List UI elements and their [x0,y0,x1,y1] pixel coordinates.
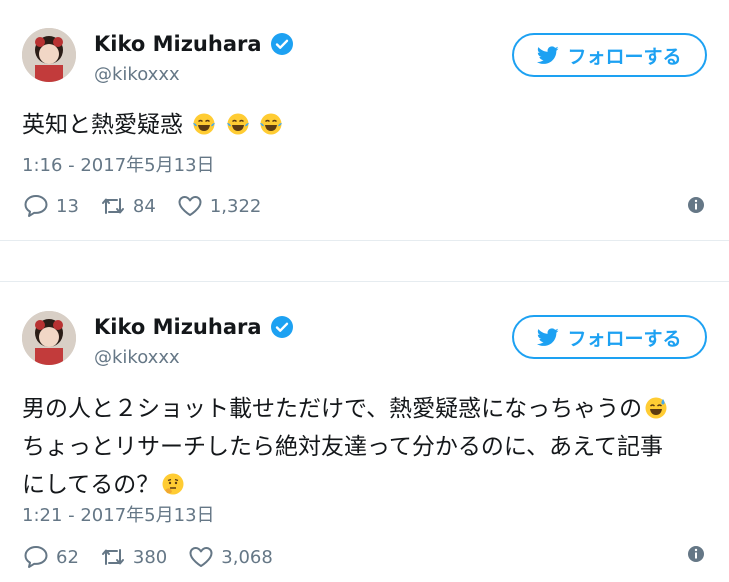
tweet-timestamp[interactable]: 1:21 - 2017年5月13日 [22,501,215,527]
follow-button[interactable]: フォローする [512,315,707,359]
follow-button[interactable]: フォローする [512,33,707,77]
user-handle[interactable]: @kikoxxx [94,64,180,85]
verified-badge-icon [270,33,293,55]
tweet-text: 男の人と２ショット載せただけで、熱愛疑惑になっちゃうの ちょっとリサーチしたら絶… [22,390,712,504]
face-with-tears-of-joy-icon [193,113,216,135]
tweet-text-line: にしてるの？ [22,466,712,504]
tweet-text-line: 英知と熱愛疑惑 [22,112,183,138]
avatar[interactable] [22,28,76,82]
grinning-face-with-sweat-icon [645,397,667,419]
info-icon[interactable] [687,545,705,563]
display-name[interactable]: Kiko Mizuhara [94,32,262,56]
tweet-text: 英知と熱愛疑惑 [22,106,712,144]
tweet-card: Kiko Mizuhara @kikoxxx フォローする 男の人と２ショット載… [0,281,729,582]
author-name-row: Kiko Mizuhara [94,315,294,339]
retweet-icon [101,198,124,214]
display-name[interactable]: Kiko Mizuhara [94,315,262,339]
tweet-timestamp[interactable]: 1:16 - 2017年5月13日 [22,151,215,177]
thinking-face-icon [162,473,184,495]
reply-icon [24,546,48,568]
twitter-bird-icon [537,327,560,346]
tweet-actions: 62 380 3,068 [22,544,293,570]
heart-icon [178,196,202,216]
heart-icon [189,547,213,567]
like-count: 3,068 [221,546,273,568]
tweet-card: Kiko Mizuhara @kikoxxx フォローする 英知と熱愛疑惑 1:… [0,0,729,241]
reply-count: 62 [56,546,79,568]
retweet-button[interactable]: 84 [99,193,156,219]
face-with-tears-of-joy-icon [226,113,249,135]
tweet-text-segment: 男の人と２ショット載せただけで、熱愛疑惑になっちゃうの [22,396,643,422]
retweet-icon [101,549,124,565]
info-icon[interactable] [687,196,705,214]
verified-badge-icon [270,316,293,338]
tweet-text-line: 男の人と２ショット載せただけで、熱愛疑惑になっちゃうの [22,390,712,428]
follow-label: フォローする [567,327,682,350]
face-with-tears-of-joy-icon [259,113,282,135]
reply-count: 13 [56,195,79,217]
like-button[interactable]: 1,322 [176,193,262,219]
author-name-row: Kiko Mizuhara [94,32,294,56]
tweet-text-line: ちょっとリサーチしたら絶対友達って分かるのに、あえて記事 [22,434,664,460]
like-button[interactable]: 3,068 [187,544,273,570]
retweet-count: 380 [132,546,168,568]
reply-button[interactable]: 13 [22,193,79,219]
reply-button[interactable]: 62 [22,544,79,570]
avatar[interactable] [22,311,76,365]
follow-label: フォローする [567,45,682,68]
tweet-actions: 13 84 1,322 [22,193,281,219]
retweet-button[interactable]: 380 [99,544,167,570]
like-count: 1,322 [209,195,262,217]
twitter-bird-icon [537,45,560,64]
retweet-count: 84 [132,195,156,217]
user-handle[interactable]: @kikoxxx [94,347,180,368]
tweet-text-segment: にしてるの？ [22,472,160,498]
reply-icon [24,195,48,217]
